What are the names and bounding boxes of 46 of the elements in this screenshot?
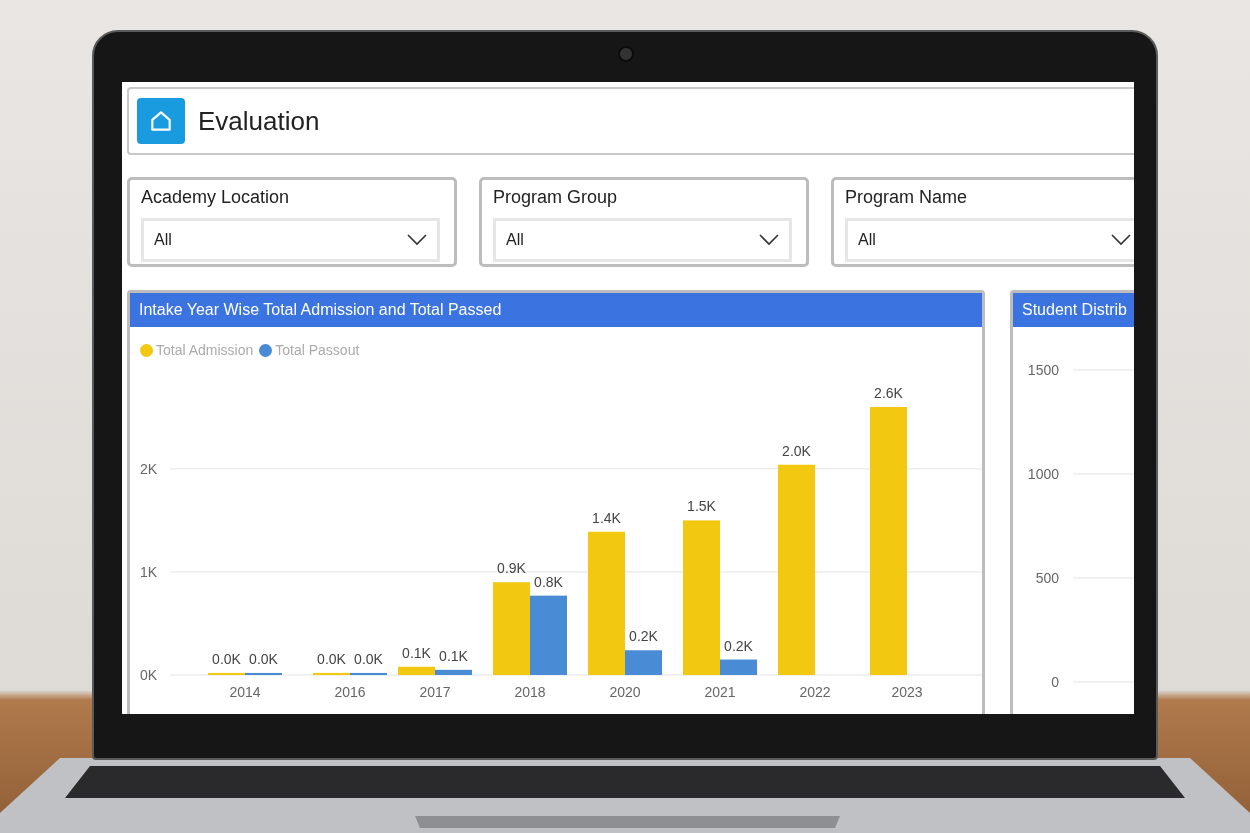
chevron-down-icon <box>1111 234 1131 246</box>
data-label: 0.2K <box>724 637 753 654</box>
axis-label: 2017 <box>419 684 451 700</box>
page-title: Evaluation <box>198 105 320 137</box>
axis-label: 0K <box>139 667 157 683</box>
legend-item: Total Passout <box>259 342 360 358</box>
camera-icon <box>618 46 634 62</box>
axis-label: 2021 <box>704 684 736 700</box>
axis-label: 500 <box>1035 570 1059 586</box>
data-label: 0.8K <box>534 573 563 590</box>
data-label: 0.2K <box>629 628 658 645</box>
chart-title: Student Distrib <box>1013 293 1134 327</box>
filter-dropdown[interactable]: All <box>493 218 792 262</box>
axis-label: 1K <box>139 563 157 580</box>
home-button[interactable] <box>137 98 185 144</box>
data-label: 0.9K <box>497 560 526 577</box>
axis-label: 1000 <box>1027 466 1059 482</box>
axis-label: 1500 <box>1027 362 1059 378</box>
chevron-down-icon <box>407 234 427 246</box>
data-label: 0.0K <box>212 650 241 667</box>
filter-dropdown[interactable]: All <box>845 218 1134 262</box>
axis-label: 2K <box>139 460 157 477</box>
data-label: 2.0K <box>782 442 811 459</box>
axis-label: 2020 <box>609 684 641 700</box>
data-label: 1.5K <box>687 498 716 515</box>
filter-label: Academy Location <box>141 187 291 208</box>
filter-label: Program Group <box>493 187 619 208</box>
axis-label: 2018 <box>514 684 546 700</box>
data-label: 1.4K <box>592 509 621 526</box>
data-label: 0.0K <box>354 650 383 667</box>
chart-title: Intake Year Wise Total Admission and Total Passed <box>130 293 982 327</box>
data-label: 2.6K <box>874 385 903 401</box>
filter-dropdown[interactable]: All <box>141 218 440 262</box>
axis-label: 2014 <box>229 684 261 700</box>
axis-label: 0 <box>1051 674 1059 690</box>
axis-label: 2022 <box>799 684 831 700</box>
legend-item: Total Admission <box>140 342 254 358</box>
data-label: 0.0K <box>249 650 278 667</box>
axis-label: 2016 <box>334 684 366 700</box>
filter-label: Program Name <box>845 187 969 208</box>
axis-label: 2023 <box>891 684 923 700</box>
chevron-down-icon <box>759 234 779 246</box>
data-label: 0.0K <box>317 650 346 667</box>
data-label: 0.1K <box>439 647 468 664</box>
data-label: 0.1K <box>402 644 431 661</box>
home-icon <box>148 108 174 134</box>
